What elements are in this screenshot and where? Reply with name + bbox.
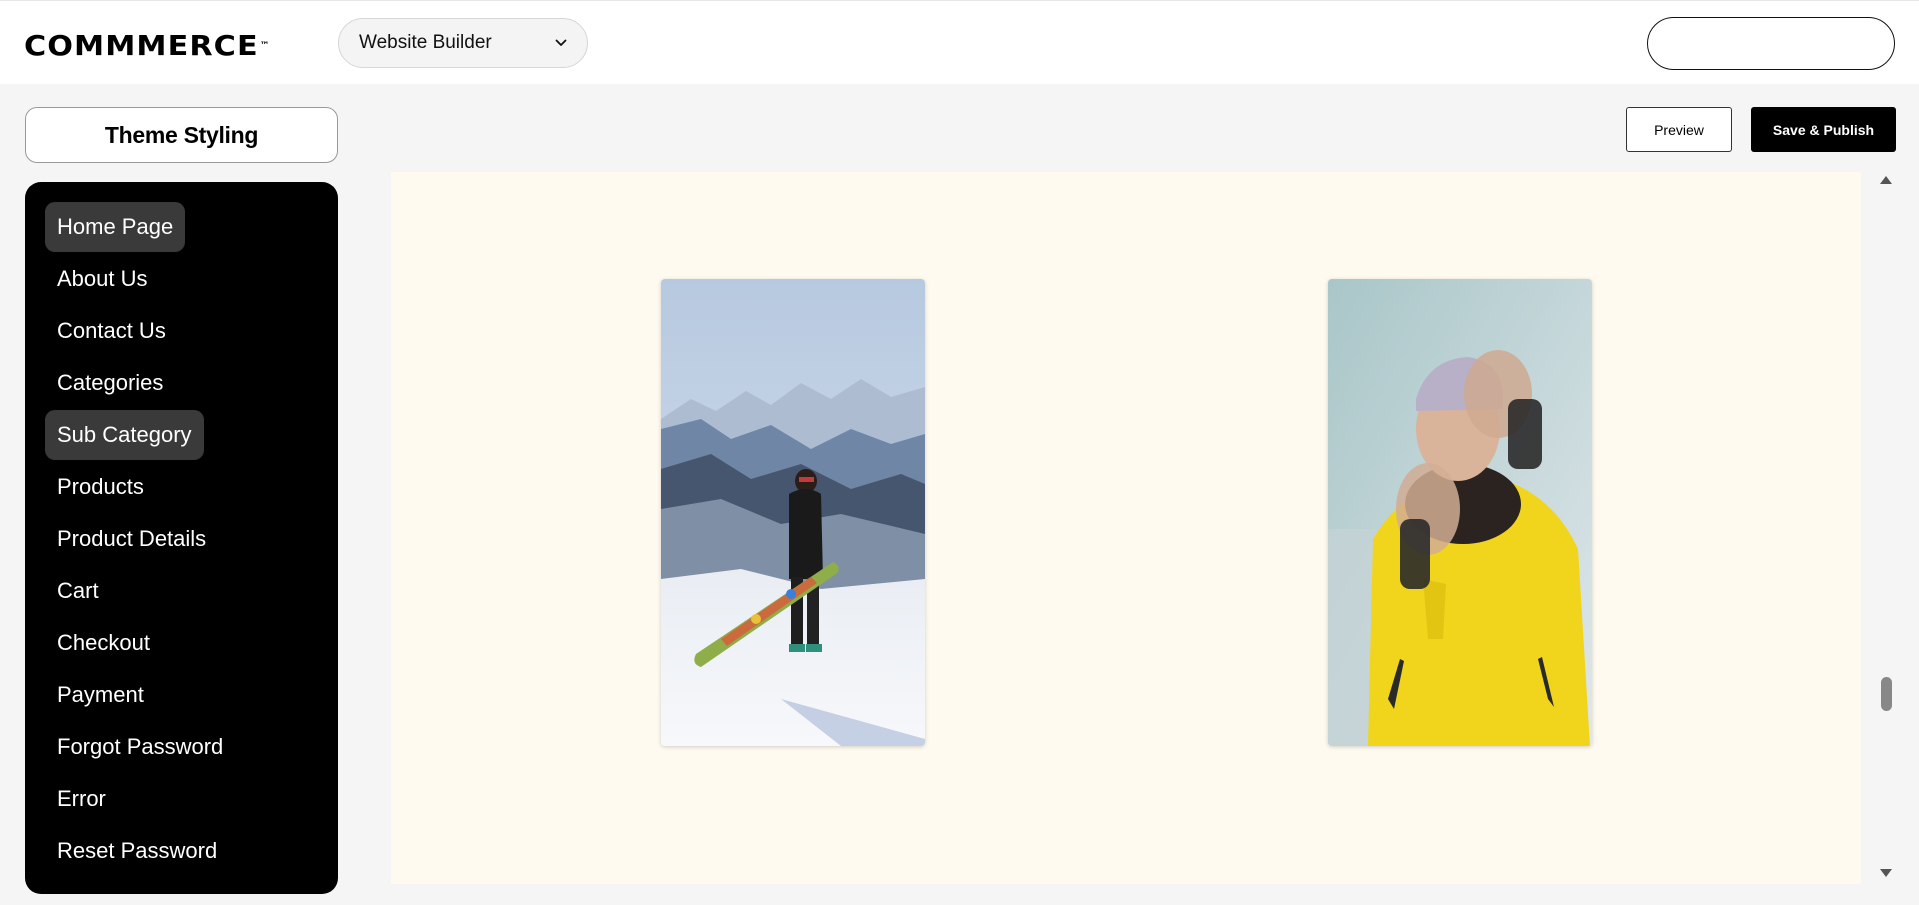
page-nav-sidebar: Home Page About Us Contact Us Categories… bbox=[25, 182, 338, 894]
account-button[interactable] bbox=[1647, 17, 1895, 70]
nav-item-label: Product Details bbox=[57, 526, 207, 551]
scrollbar-thumb[interactable] bbox=[1881, 677, 1892, 711]
nav-item-label: Cart bbox=[57, 578, 99, 603]
nav-item-cart[interactable]: Cart bbox=[45, 566, 111, 616]
nav-item-label: Contact Us bbox=[57, 318, 166, 343]
yellow-jacket-woman-image[interactable] bbox=[1328, 279, 1592, 746]
nav-item-payment[interactable]: Payment bbox=[45, 670, 156, 720]
nav-item-label: About Us bbox=[57, 266, 148, 291]
builder-select-value: Website Builder bbox=[359, 32, 492, 53]
builder-select[interactable]: Website Builder bbox=[338, 18, 588, 68]
theme-styling-button[interactable]: Theme Styling bbox=[25, 107, 338, 163]
nav-item-products[interactable]: Products bbox=[45, 462, 156, 512]
nav-item-checkout[interactable]: Checkout bbox=[45, 618, 162, 668]
save-publish-button[interactable]: Save & Publish bbox=[1751, 107, 1896, 152]
yellow-jacket-illustration bbox=[1328, 279, 1592, 746]
nav-item-label: Payment bbox=[57, 682, 144, 707]
commerce-logo[interactable]: COMMMERCE™ bbox=[24, 31, 269, 61]
save-publish-label: Save & Publish bbox=[1772, 121, 1875, 138]
snowboarder-image[interactable] bbox=[661, 279, 925, 746]
nav-item-label: Checkout bbox=[57, 630, 150, 655]
nav-item-forgot-password[interactable]: Forgot Password bbox=[45, 722, 235, 772]
nav-item-contact-us[interactable]: Contact Us bbox=[45, 306, 178, 356]
nav-item-label: Categories bbox=[57, 370, 164, 395]
nav-item-sub-category[interactable]: Sub Category bbox=[45, 410, 204, 460]
scroll-down-arrow-icon[interactable] bbox=[1879, 867, 1893, 879]
nav-item-error[interactable]: Error bbox=[45, 774, 118, 824]
scroll-up-arrow-icon[interactable] bbox=[1879, 174, 1893, 186]
preview-button[interactable]: Preview bbox=[1626, 107, 1732, 152]
nav-item-label: Sub Category bbox=[57, 422, 192, 447]
page-preview-canvas[interactable] bbox=[391, 172, 1861, 884]
nav-item-label: Home Page bbox=[57, 214, 174, 239]
chevron-down-icon bbox=[555, 39, 567, 46]
nav-item-product-details[interactable]: Product Details bbox=[45, 514, 218, 564]
snowboarder-illustration bbox=[661, 279, 925, 746]
nav-item-home-page[interactable]: Home Page bbox=[45, 202, 186, 252]
nav-item-reset-password[interactable]: Reset Password bbox=[45, 826, 229, 876]
logo-text: COMMMERCE bbox=[24, 29, 259, 62]
theme-styling-label: Theme Styling bbox=[104, 121, 259, 148]
nav-item-label: Products bbox=[57, 474, 144, 499]
top-bar: COMMMERCE™ Website Builder bbox=[0, 0, 1919, 84]
nav-item-label: Reset Password bbox=[57, 838, 218, 863]
nav-item-label: Forgot Password bbox=[57, 734, 224, 759]
nav-item-categories[interactable]: Categories bbox=[45, 358, 175, 408]
nav-item-label: Error bbox=[57, 786, 106, 811]
preview-label: Preview bbox=[1654, 121, 1704, 138]
nav-item-about-us[interactable]: About Us bbox=[45, 254, 160, 304]
trademark-mark: ™ bbox=[259, 41, 270, 51]
